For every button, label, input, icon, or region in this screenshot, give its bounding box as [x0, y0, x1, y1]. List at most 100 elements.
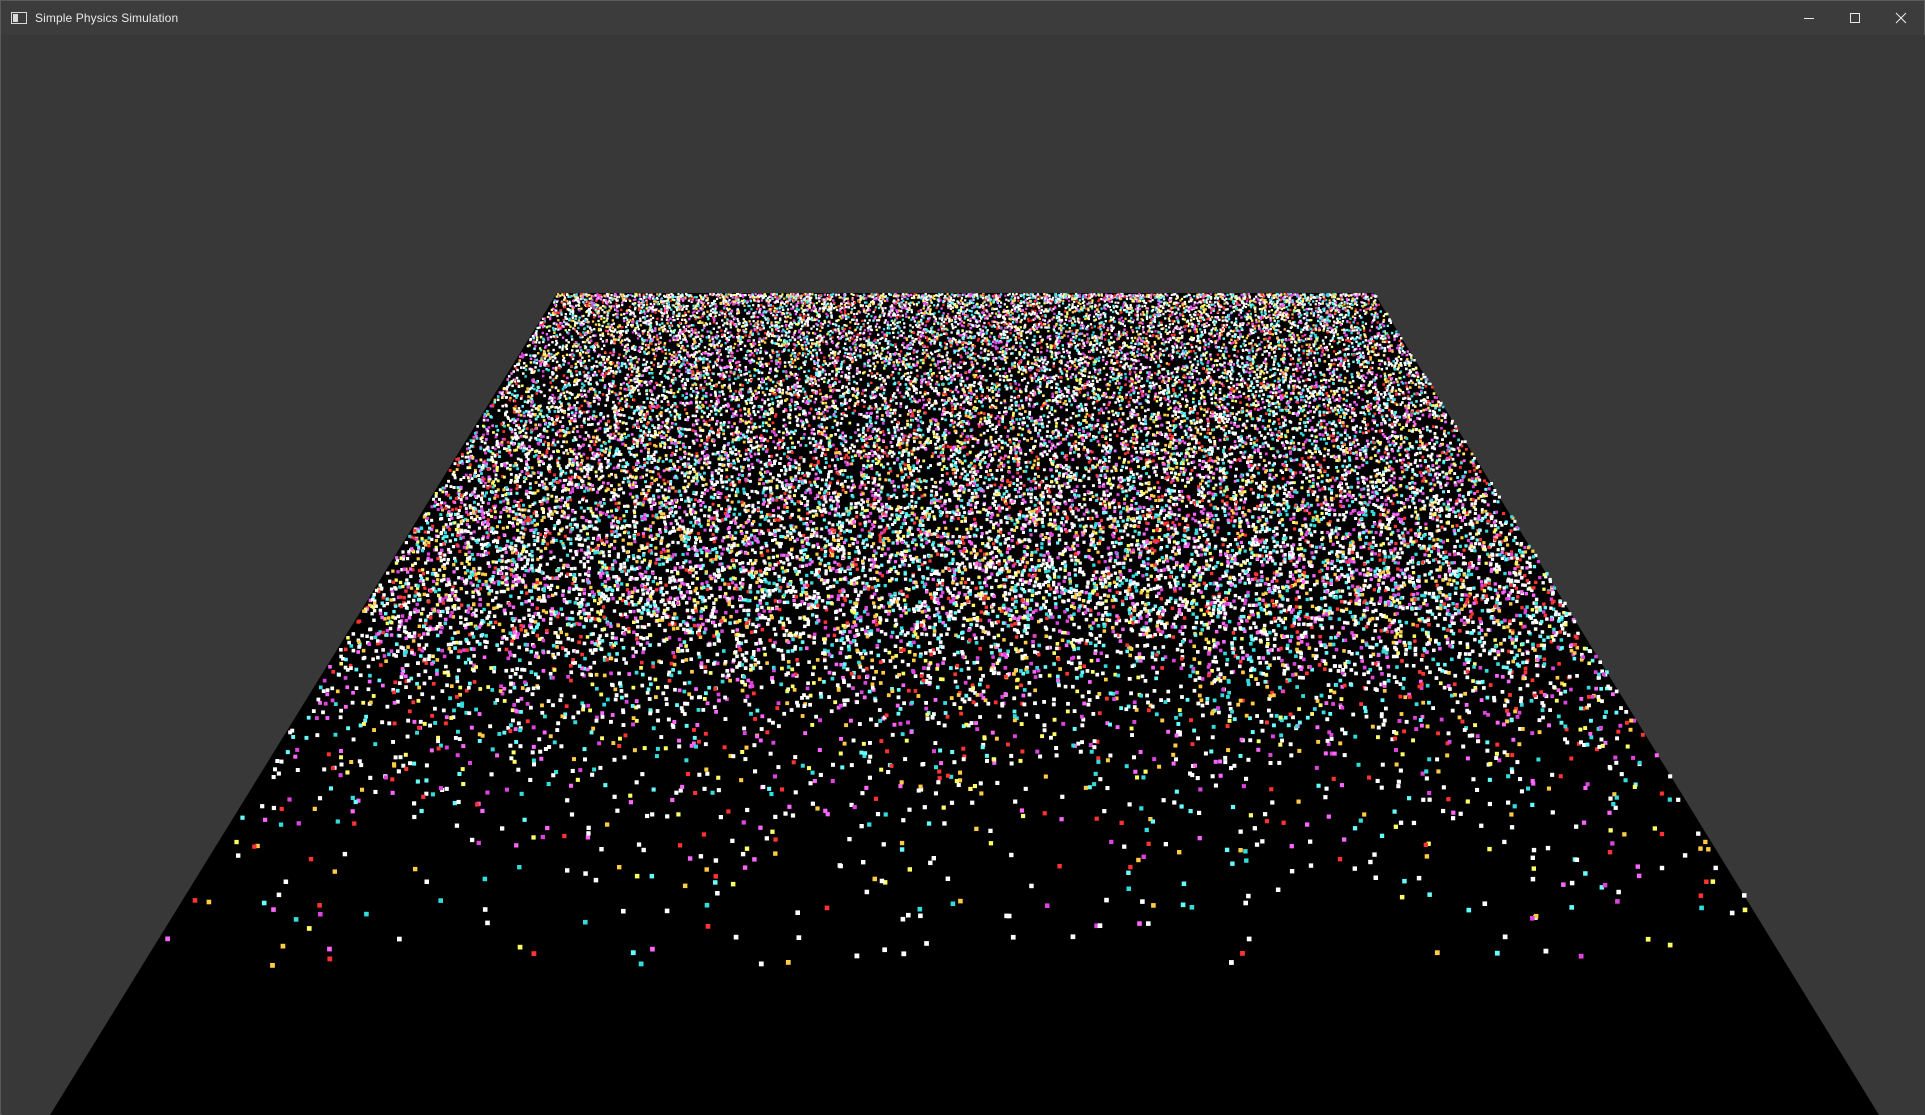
particle — [1225, 376, 1228, 379]
particle — [726, 673, 731, 678]
particle — [539, 549, 543, 553]
particle — [1232, 599, 1236, 603]
particle — [749, 323, 752, 326]
particle — [1126, 886, 1131, 891]
particle — [1512, 804, 1517, 809]
particle — [1084, 307, 1088, 310]
particle — [528, 661, 532, 665]
particle — [735, 467, 739, 471]
particle — [1295, 458, 1299, 462]
particle — [804, 548, 808, 552]
particle — [1114, 529, 1118, 533]
particle — [1386, 664, 1391, 669]
particle — [1510, 556, 1514, 560]
particle — [1146, 557, 1150, 561]
particle — [1073, 300, 1076, 303]
particle — [1101, 613, 1105, 617]
particle — [1091, 333, 1094, 337]
particle — [815, 328, 819, 331]
title-bar[interactable]: Simple Physics Simulation — [1, 1, 1924, 35]
particle — [745, 694, 750, 699]
particle — [1042, 439, 1046, 442]
particle — [873, 585, 878, 589]
particle — [1034, 439, 1037, 443]
maximize-button[interactable] — [1832, 1, 1878, 35]
particle — [705, 336, 708, 339]
particle — [1396, 380, 1399, 384]
particle — [660, 370, 663, 373]
particle — [964, 384, 967, 387]
particle — [600, 736, 604, 741]
particle — [1338, 741, 1343, 746]
particle — [419, 612, 424, 616]
close-button[interactable] — [1878, 1, 1924, 35]
particle — [1114, 333, 1117, 336]
particle — [591, 357, 594, 360]
particle — [851, 411, 855, 415]
particle — [646, 454, 650, 458]
particle — [648, 372, 651, 375]
particle — [1002, 379, 1006, 382]
particle — [1328, 668, 1333, 673]
particle — [1449, 477, 1453, 481]
particle — [1165, 544, 1169, 549]
particle — [992, 635, 996, 640]
particle — [1057, 582, 1061, 586]
minimize-button[interactable] — [1786, 1, 1832, 35]
particle — [845, 667, 850, 672]
particle — [942, 520, 946, 524]
particle — [372, 618, 376, 622]
particle — [551, 359, 555, 362]
particle — [1177, 850, 1182, 855]
particle — [773, 851, 778, 856]
particle — [1040, 346, 1043, 349]
particle — [1133, 769, 1138, 774]
particle — [703, 346, 707, 349]
particle — [1347, 362, 1351, 366]
particle — [899, 614, 903, 618]
particle — [1331, 702, 1335, 706]
particle — [637, 389, 640, 392]
particle — [612, 546, 617, 550]
particle — [1210, 316, 1214, 319]
particle — [647, 346, 650, 349]
particle — [1216, 615, 1220, 619]
particle — [1016, 559, 1020, 564]
particle — [939, 587, 943, 591]
particle — [1320, 346, 1323, 350]
particle — [952, 394, 955, 398]
particle — [705, 924, 711, 929]
particle — [607, 355, 610, 359]
particle — [751, 566, 755, 570]
particle — [1405, 385, 1408, 388]
particle — [877, 708, 882, 712]
particle — [1363, 329, 1366, 332]
particle — [702, 326, 706, 330]
particle — [659, 660, 663, 665]
particle — [1333, 572, 1337, 577]
particle — [1307, 456, 1310, 460]
particle — [415, 602, 419, 607]
particle — [1477, 561, 1481, 565]
particle — [1277, 656, 1281, 660]
particle — [838, 751, 843, 756]
particle — [480, 808, 485, 813]
particle — [1371, 536, 1375, 540]
particle — [777, 343, 780, 346]
particle — [1317, 663, 1322, 667]
particle — [1209, 503, 1213, 507]
particle — [1473, 511, 1477, 515]
particle — [1043, 774, 1048, 779]
particle — [1199, 553, 1203, 557]
particle — [804, 355, 808, 359]
particle — [1437, 612, 1442, 616]
simulation-viewport[interactable] — [2, 35, 1925, 1115]
particle — [1356, 481, 1360, 485]
particle — [1476, 490, 1479, 493]
particle — [868, 741, 872, 745]
particle — [730, 488, 734, 492]
particle — [1294, 654, 1298, 659]
particle — [439, 630, 443, 634]
particle — [451, 533, 455, 537]
particle — [1091, 413, 1095, 417]
